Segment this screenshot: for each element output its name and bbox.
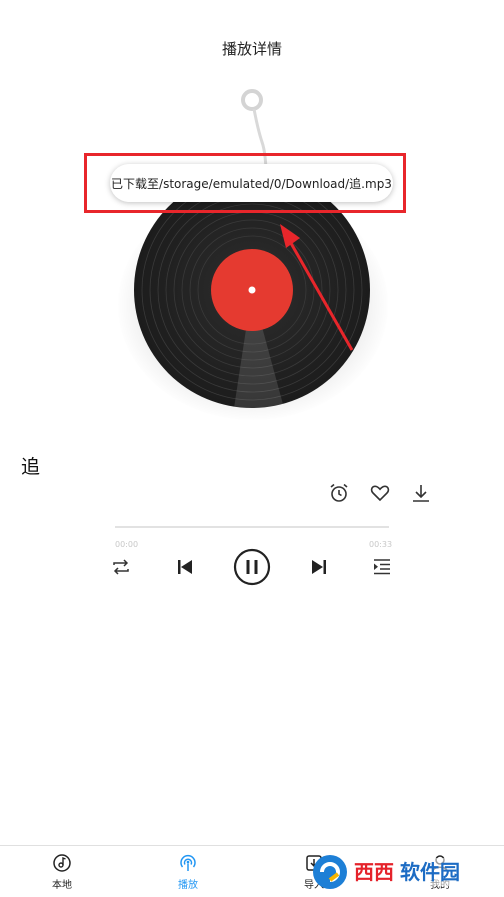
next-icon[interactable] (309, 557, 329, 577)
music-disc-icon (53, 854, 71, 872)
heart-icon[interactable] (369, 482, 391, 504)
nav-label-local: 本地 (52, 880, 72, 891)
download-icon[interactable] (410, 482, 432, 504)
annotation-arrow (280, 224, 354, 351)
watermark-logo: 西西 软件园 (313, 855, 486, 889)
broadcast-icon (180, 854, 196, 871)
page-title: 播放详情 (221, 40, 282, 58)
song-title: 追 (21, 456, 41, 478)
repeat-icon[interactable] (110, 556, 132, 578)
svg-text:软件园: 软件园 (400, 860, 460, 884)
previous-icon[interactable] (175, 557, 195, 577)
progress-bar[interactable] (115, 526, 389, 528)
pause-button[interactable] (233, 548, 271, 586)
playlist-icon[interactable] (372, 557, 392, 577)
nav-label-play: 播放 (178, 880, 198, 891)
alarm-icon[interactable] (328, 482, 350, 504)
svg-text:西西: 西西 (354, 860, 394, 884)
nav-item-local[interactable]: 本地 (32, 846, 92, 897)
total-time: 00:33 (369, 540, 393, 549)
nav-item-play[interactable]: 播放 (158, 846, 218, 897)
toast-message: 已下载至/storage/emulated/0/Download/追.mp3 (110, 164, 393, 202)
current-time: 00:00 (115, 540, 139, 549)
